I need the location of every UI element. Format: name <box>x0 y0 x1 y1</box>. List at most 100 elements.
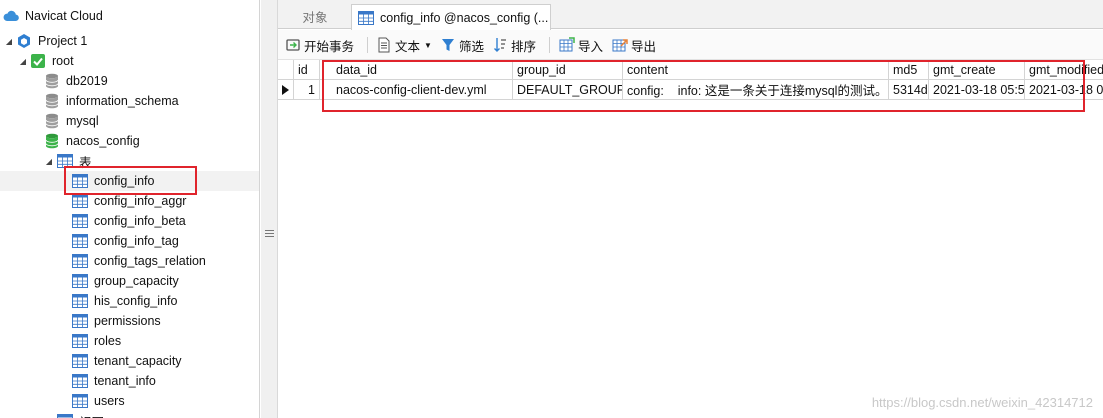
tree-item-database[interactable]: information_schema <box>0 91 259 111</box>
tree-item-table[interactable]: permissions <box>0 311 259 331</box>
button-label: 文本 <box>395 39 421 54</box>
tree-item-label: Navicat Cloud <box>25 9 103 23</box>
tab-label: 对象 <box>302 11 328 25</box>
cloud-icon <box>3 8 19 24</box>
table-icon <box>72 233 88 249</box>
tree-item-table[interactable]: config_info <box>0 171 259 191</box>
table-icon <box>72 213 88 229</box>
tree-item-label: config_info_tag <box>94 234 179 248</box>
tree-item-table[interactable]: tenant_capacity <box>0 351 259 371</box>
expand-arrow-icon[interactable]: ◢ <box>4 37 14 46</box>
begin-transaction-button[interactable]: 开始事务 <box>285 35 354 55</box>
tree-item-label: Project 1 <box>38 34 88 48</box>
tree-item-navicat-cloud[interactable]: Navicat Cloud <box>0 6 259 26</box>
column-header-gmt-create[interactable]: gmt_create <box>929 60 1025 80</box>
toolbar-divider <box>549 37 550 53</box>
export-button[interactable]: 导出 <box>612 35 656 55</box>
transaction-icon <box>285 37 301 53</box>
column-header-data-id[interactable]: data_id <box>320 60 513 80</box>
database-open-icon <box>44 133 60 149</box>
tree-item-label: config_info <box>94 174 155 188</box>
tree-item-table[interactable]: config_info_tag <box>0 231 259 251</box>
server-connected-icon <box>30 53 46 69</box>
button-label: 开始事务 <box>304 39 355 54</box>
button-label: 排序 <box>511 39 537 54</box>
splitter-grip-icon <box>265 227 274 237</box>
dropdown-arrow-icon: ▼ <box>424 40 432 50</box>
tree-item-table[interactable]: group_capacity <box>0 271 259 291</box>
table-icon <box>72 333 88 349</box>
button-label: 导出 <box>631 39 657 54</box>
tree-item-database[interactable]: mysql <box>0 111 259 131</box>
cell-gmt-modified[interactable]: 2021-03-18 0 <box>1025 80 1103 100</box>
current-row-indicator-icon[interactable] <box>278 80 294 100</box>
tree-item-table[interactable]: users <box>0 391 259 411</box>
table-icon <box>72 353 88 369</box>
column-header-gmt-modified[interactable]: gmt_modified <box>1025 60 1103 80</box>
column-header-id[interactable]: id <box>294 60 320 80</box>
expand-arrow-icon[interactable]: ◢ <box>44 157 54 166</box>
tree-item-label: mysql <box>66 114 99 128</box>
tree-item-server-root[interactable]: ◢ root <box>0 51 259 71</box>
tree-item-label: permissions <box>94 314 161 328</box>
cell-gmt-create[interactable]: 2021-03-18 05:5 <box>929 80 1025 100</box>
tree-item-tables-folder[interactable]: ◢ 表 <box>0 151 259 171</box>
tree-item-label: config_info_beta <box>94 214 186 228</box>
cell-id[interactable]: 1 <box>294 80 320 100</box>
table-icon <box>72 313 88 329</box>
tree-item-label: his_config_info <box>94 294 178 308</box>
table-icon <box>72 173 88 189</box>
tab-label: config_info @nacos_config (... <box>380 10 549 25</box>
tree-item-table[interactable]: his_config_info <box>0 291 259 311</box>
project-icon <box>16 33 32 49</box>
export-icon <box>612 37 628 53</box>
cell-md5[interactable]: 5314d0 <box>889 80 929 100</box>
cell-content[interactable]: config: info: 这是一条关于连接mysql的测试。 <box>623 80 889 100</box>
database-icon <box>44 73 60 89</box>
database-icon <box>44 113 60 129</box>
table-icon <box>358 10 374 26</box>
navigation-tree: Navicat Cloud ◢ Project 1 ◢ root db2019 … <box>0 0 260 418</box>
table-icon <box>72 193 88 209</box>
toolbar-divider <box>367 37 368 53</box>
column-header-group-id[interactable]: group_id <box>513 60 623 80</box>
filter-icon <box>440 37 456 53</box>
tree-item-label: config_tags_relation <box>94 254 206 268</box>
table-icon <box>72 373 88 389</box>
tree-item-table[interactable]: config_tags_relation <box>0 251 259 271</box>
expand-arrow-icon[interactable]: ◢ <box>18 57 28 66</box>
text-button[interactable]: 文本 ▼ <box>376 35 432 55</box>
cell-group-id[interactable]: DEFAULT_GROUP <box>513 80 623 100</box>
database-icon <box>44 93 60 109</box>
tree-item-database-active[interactable]: nacos_config <box>0 131 259 151</box>
data-grid: id data_id group_id content md5 gmt_crea… <box>278 60 1103 418</box>
tree-item-database[interactable]: db2019 <box>0 71 259 91</box>
tab-config-info[interactable]: config_info @nacos_config (... <box>351 4 551 30</box>
tree-item-label: root <box>52 54 74 68</box>
toolbar: 开始事务 文本 ▼ 筛选 排序 导入 导出 <box>278 30 1103 60</box>
tree-item-label: roles <box>94 334 122 348</box>
tree-item-table[interactable]: config_info_aggr <box>0 191 259 211</box>
pane-splitter[interactable] <box>261 0 278 418</box>
tables-folder-icon <box>57 153 73 169</box>
views-folder-icon <box>57 413 73 418</box>
tab-objects[interactable]: 对象 <box>280 4 350 29</box>
sort-button[interactable]: 排序 <box>492 35 536 55</box>
table-icon <box>72 393 88 409</box>
tree-item-label: 表 <box>79 155 92 170</box>
tree-item-table[interactable]: roles <box>0 331 259 351</box>
cell-data-id[interactable]: nacos-config-client-dev.yml <box>320 80 513 100</box>
tree-item-label: information_schema <box>66 94 179 108</box>
tree-item-label: users <box>94 394 125 408</box>
filter-button[interactable]: 筛选 <box>440 35 484 55</box>
import-button[interactable]: 导入 <box>559 35 603 55</box>
watermark: https://blog.csdn.net/weixin_42314712 <box>871 395 1093 410</box>
tree-item-table[interactable]: tenant_info <box>0 371 259 391</box>
tree-item-project[interactable]: ◢ Project 1 <box>0 31 259 51</box>
tree-item-table[interactable]: config_info_beta <box>0 211 259 231</box>
tree-item-views-folder[interactable]: 视图 <box>0 411 259 418</box>
column-header-content[interactable]: content <box>623 60 889 80</box>
column-header-md5[interactable]: md5 <box>889 60 929 80</box>
import-icon <box>559 37 575 53</box>
sort-icon <box>492 37 508 53</box>
